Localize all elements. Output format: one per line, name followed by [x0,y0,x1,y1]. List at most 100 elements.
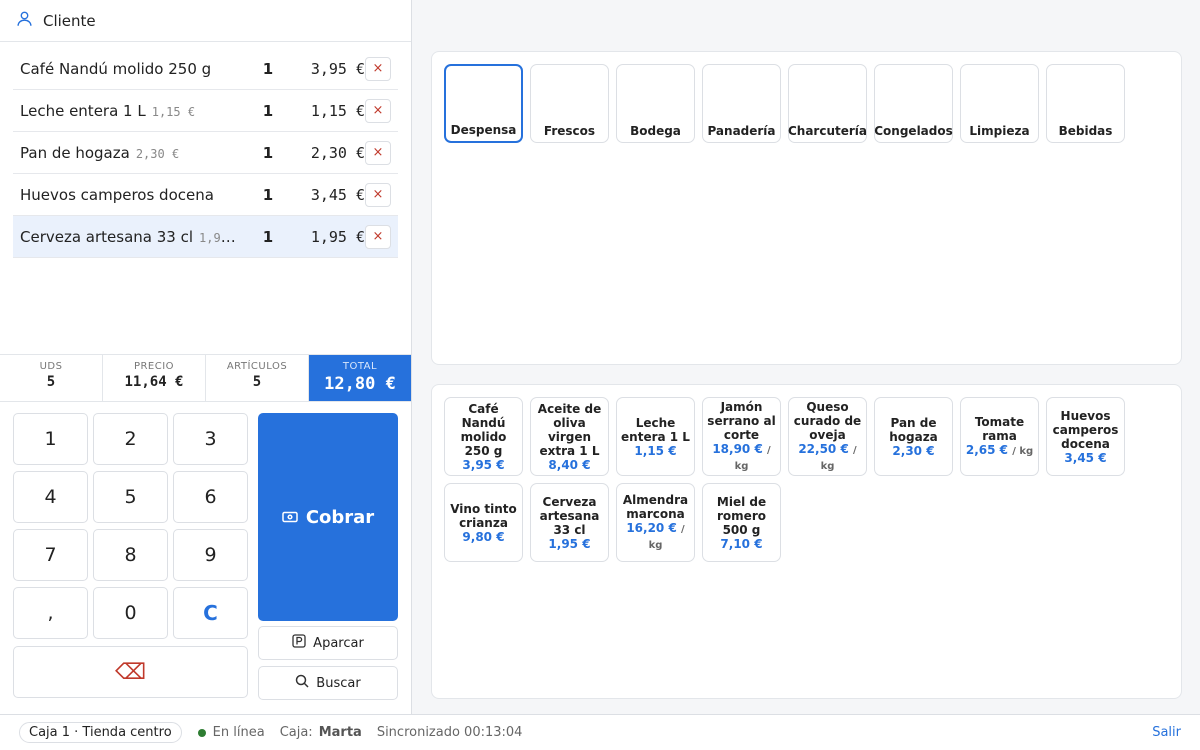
product-tile[interactable]: Aceite de oliva virgen extra 1 L 8,40 € [530,397,609,476]
remove-item-button[interactable]: × [365,98,391,123]
search-button[interactable]: Buscar [258,666,398,700]
product-price: 3,95 € [462,457,505,472]
category-tile[interactable]: Despensa [444,64,523,143]
key-0[interactable]: 0 [93,587,168,639]
category-tile[interactable]: Panadería [702,64,781,143]
category-tile[interactable]: Bebidas [1046,64,1125,143]
category-tile[interactable]: Limpieza [960,64,1039,143]
product-tile[interactable]: Jamón serrano al corte 18,90 € / kg [702,397,781,476]
items-value: 5 [252,374,262,390]
product-price: 2,65 € [965,442,1008,457]
key-4[interactable]: 4 [13,471,88,523]
key-5[interactable]: 5 [93,471,168,523]
cart-item-name-cell: Cerveza artesana 33 cl 1,95 € [20,228,240,246]
product-tile[interactable]: Queso curado de oveja 22,50 € / kg [788,397,867,476]
cart-item-name: Leche entera 1 L [20,101,146,120]
key-3[interactable]: 3 [173,413,248,465]
key-6[interactable]: 6 [173,471,248,523]
product-price-line: 1,15 € [634,444,676,458]
close-icon: × [372,145,384,160]
category-tile[interactable]: Charcutería [788,64,867,143]
exit-link[interactable]: Salir [1152,725,1181,740]
key-8[interactable]: 8 [93,529,168,581]
units-summary: UDS 5 [0,355,103,401]
close-icon: × [372,229,384,244]
product-name: Cerveza artesana 33 cl [539,494,600,537]
product-price-line: 2,65 € / kg [966,443,1033,459]
product-tile[interactable]: Miel de romero 500 g 7,10 € [702,483,781,562]
cart-item-unit-price: 2,30 € [135,146,180,161]
total-summary: TOTAL 12,80 € [309,355,411,401]
search-label: Buscar [316,675,361,691]
category-tile[interactable]: Frescos [530,64,609,143]
cart-row[interactable]: Huevos camperos docena 1 3,45 € × [13,174,398,216]
till-badge[interactable]: Caja 1 · Tienda centro [19,722,182,743]
park-button[interactable]: Aparcar [258,626,398,660]
cashier-name: Marta [318,725,362,740]
cart-row[interactable]: Leche entera 1 L 1,15 € 1 1,15 € × [13,90,398,132]
category-tile[interactable]: Bodega [616,64,695,143]
cart-item-total: 3,45 € [310,185,365,204]
product-price: 18,90 € [712,441,763,456]
client-label: Cliente [43,11,96,30]
remove-item-button[interactable]: × [365,140,391,165]
client-selector[interactable]: Cliente [0,0,411,42]
cart-item-qty[interactable]: 1 [261,228,275,246]
cart-item-qty[interactable]: 1 [261,60,275,78]
key-7[interactable]: 7 [13,529,88,581]
cart-item-total: 2,30 € [310,143,365,162]
product-name: Aceite de oliva virgen extra 1 L [537,401,602,458]
remove-item-button[interactable]: × [365,224,391,249]
backspace-icon: ⌫ [114,659,147,685]
key-9[interactable]: 9 [173,529,248,581]
cart-item-name: Café Nandú molido 250 g [20,59,212,78]
charge-button[interactable]: Cobrar [258,413,398,621]
key-2[interactable]: 2 [93,413,168,465]
cart-item-qty[interactable]: 1 [261,144,275,162]
key-1[interactable]: 1 [13,413,88,465]
product-name: Café Nandú molido 250 g [460,401,507,458]
category-tile[interactable]: Congelados [874,64,953,143]
product-tile[interactable]: Almendra marcona 16,20 € / kg [616,483,695,562]
cart-item-unit-price: 1,15 € [151,104,196,119]
product-tile[interactable]: Vino tinto crianza 9,80 € [444,483,523,562]
cart-item-name: Huevos camperos docena [20,185,214,204]
cart-item-name-cell: Leche entera 1 L 1,15 € [20,102,240,120]
items-label: ARTÍCULOS [226,361,288,372]
clear-button[interactable]: C [173,587,248,639]
product-tile[interactable]: Leche entera 1 L 1,15 € [616,397,695,476]
product-price: 3,45 € [1064,450,1107,465]
units-value: 5 [46,374,56,390]
remove-item-button[interactable]: × [365,56,391,81]
cart-row[interactable]: Café Nandú molido 250 g 1 3,95 € × [13,48,398,90]
product-price: 7,10 € [720,536,763,551]
cashier-label: Caja: [279,725,313,740]
product-price-line: 8,40 € [548,458,590,472]
cart-item-qty[interactable]: 1 [261,186,275,204]
parking-icon [292,634,306,652]
product-tile[interactable]: Pan de hogaza 2,30 € [874,397,953,476]
product-tile[interactable]: Cerveza artesana 33 cl 1,95 € [530,483,609,562]
price-value: 11,64 € [124,374,184,390]
key-comma[interactable]: , [13,587,88,639]
product-name: Jamón serrano al corte [707,399,776,442]
cart-row[interactable]: Pan de hogaza 2,30 € 1 2,30 € × [13,132,398,174]
close-icon: × [372,61,384,76]
product-price-line: 3,45 € [1064,451,1106,465]
product-tile[interactable]: Huevos camperos docena 3,45 € [1046,397,1125,476]
cart-list: Café Nandú molido 250 g 1 3,95 € × Leche ent… [13,48,398,258]
product-name: Tomate rama [974,414,1025,443]
product-tile[interactable]: Café Nandú molido 250 g 3,95 € [444,397,523,476]
cart-item-qty[interactable]: 1 [261,102,275,120]
items-summary: ARTÍCULOS 5 [206,355,309,401]
product-price: 2,30 € [892,443,935,458]
product-price-line: 18,90 € / kg [706,442,777,474]
remove-item-button[interactable]: × [365,182,391,207]
product-tile[interactable]: Tomate rama 2,65 € / kg [960,397,1039,476]
online-indicator-icon [197,728,206,737]
cart-item-name-cell: Pan de hogaza 2,30 € [20,144,240,162]
product-price-line: 1,95 € [548,537,590,551]
product-price: 9,80 € [462,529,505,544]
cart-row[interactable]: Cerveza artesana 33 cl 1,95 € 1 1,95 € × [13,216,398,258]
backspace-button[interactable]: ⌫ [13,646,248,698]
